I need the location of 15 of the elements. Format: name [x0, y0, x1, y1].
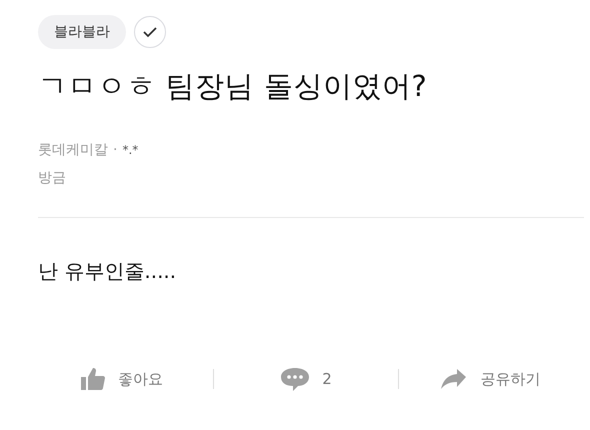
thumbs-up-icon: [80, 366, 106, 392]
post-time: 방금: [38, 169, 67, 187]
category-tag[interactable]: 블라블라: [38, 15, 126, 49]
post-title: ㄱㅁㅇㅎ 팀장님 돌싱이였어?: [38, 68, 428, 105]
separator-dot: ·: [113, 142, 118, 158]
like-button[interactable]: 좋아요: [30, 365, 214, 393]
check-button[interactable]: [134, 16, 166, 48]
check-icon: [143, 26, 157, 38]
share-button[interactable]: 공유하기: [398, 367, 582, 391]
company-name: 롯데케미칼: [38, 141, 108, 159]
speech-bubble-icon: [280, 366, 310, 392]
author-nickname: *.*: [122, 143, 138, 157]
post-body: 난 유부인줄.....: [38, 258, 178, 285]
arrow-icon: [440, 368, 468, 390]
comment-button[interactable]: 2: [214, 365, 398, 393]
